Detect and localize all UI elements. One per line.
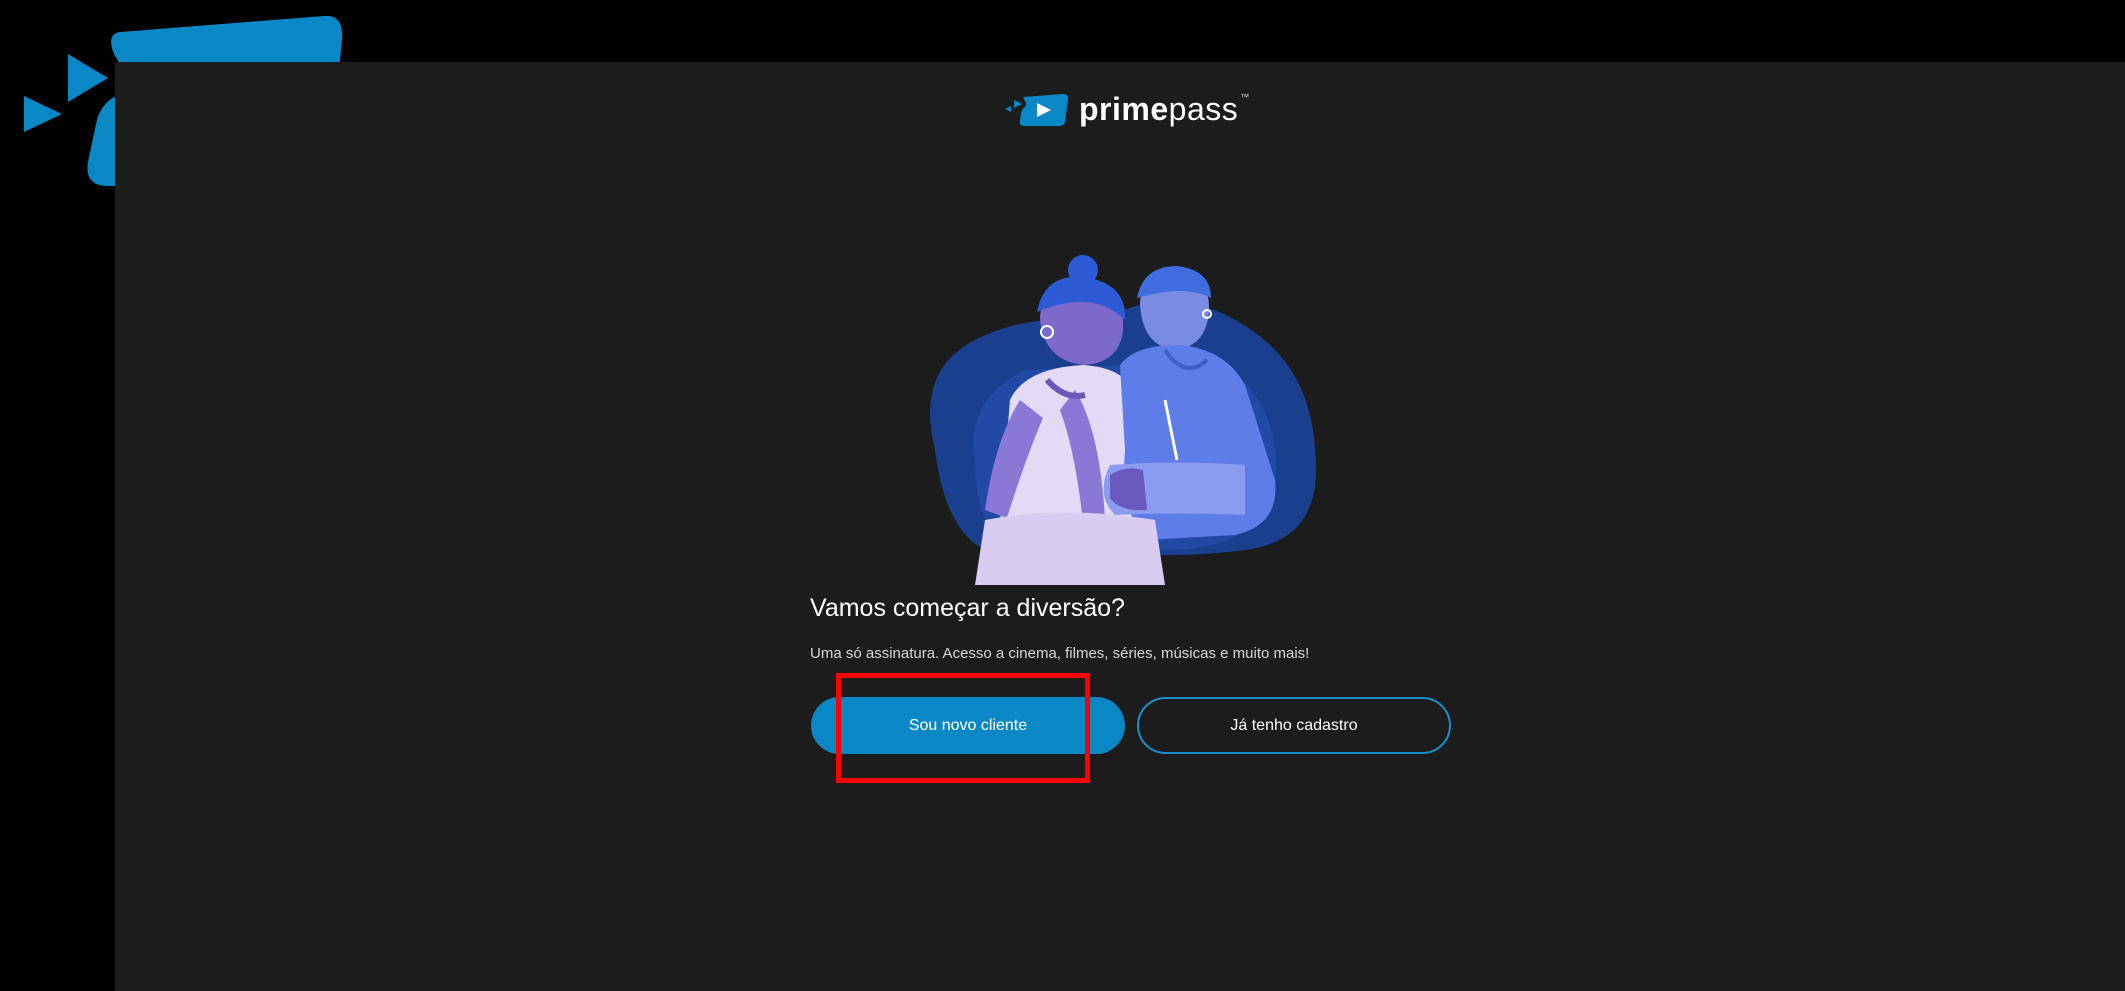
trademark-mark: ™	[1240, 92, 1250, 102]
existing-account-button[interactable]: Já tenho cadastro	[1137, 697, 1451, 754]
app-frame: primepass ™ Vamos começar a diversão? Um…	[0, 0, 2125, 991]
new-client-button[interactable]: Sou novo cliente	[811, 697, 1125, 754]
couple-illustration	[930, 255, 1317, 585]
page-heading: Vamos começar a diversão?	[810, 594, 1125, 622]
brand-logo: primepass ™	[1005, 88, 1249, 130]
brand-name: primepass	[1079, 91, 1239, 127]
page-subtitle: Uma só assinatura. Acesso a cinema, film…	[810, 645, 1310, 662]
play-icon	[1005, 94, 1069, 126]
